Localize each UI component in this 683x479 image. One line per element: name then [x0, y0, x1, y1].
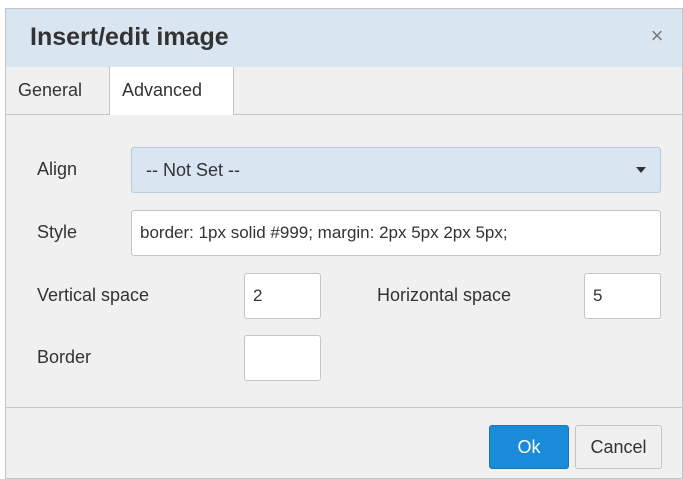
dialog-title: Insert/edit image — [30, 23, 229, 51]
insert-edit-image-dialog: Insert/edit image × General Advanced Ali… — [5, 8, 683, 479]
cancel-button[interactable]: Cancel — [575, 425, 662, 469]
tab-bar: General Advanced — [6, 67, 682, 115]
chevron-down-icon — [636, 167, 646, 173]
advanced-panel: Align -- Not Set -- Style border: 1px so… — [6, 115, 682, 407]
ok-button[interactable]: Ok — [489, 425, 569, 469]
dialog-footer: Ok Cancel — [6, 407, 682, 478]
tab-general[interactable]: General — [6, 67, 106, 114]
horizontal-space-input[interactable]: 5 — [584, 273, 661, 319]
align-label: Align — [37, 159, 78, 179]
style-label: Style — [37, 222, 78, 242]
style-input[interactable]: border: 1px solid #999; margin: 2px 5px … — [131, 210, 661, 256]
align-select[interactable]: -- Not Set -- — [131, 147, 661, 193]
vertical-space-label: Vertical space — [37, 285, 150, 305]
border-label: Border — [37, 347, 92, 367]
close-icon[interactable]: × — [646, 25, 668, 47]
align-select-value: -- Not Set -- — [146, 160, 241, 180]
tab-advanced[interactable]: Advanced — [109, 67, 234, 115]
border-input[interactable] — [244, 335, 321, 381]
dialog-titlebar: Insert/edit image × — [6, 9, 682, 68]
vertical-space-input[interactable]: 2 — [244, 273, 321, 319]
horizontal-space-label: Horizontal space — [377, 285, 512, 305]
